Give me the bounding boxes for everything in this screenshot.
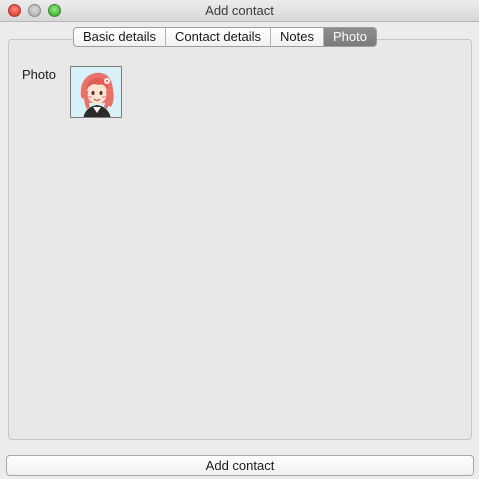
tab-bar: Basic details Contact details Notes Phot… [73,27,377,47]
avatar[interactable] [70,66,122,118]
avatar-photo-icon [71,67,121,117]
tab-contact-details[interactable]: Contact details [166,28,271,46]
tab-basic-details[interactable]: Basic details [74,28,166,46]
title-bar[interactable]: Add contact [0,0,479,22]
add-contact-window: Add contact Basic details Contact detail… [0,0,479,479]
tab-notes[interactable]: Notes [271,28,324,46]
window-title: Add contact [205,3,274,18]
tab-photo[interactable]: Photo [323,28,376,46]
add-contact-button[interactable]: Add contact [6,455,474,476]
photo-label: Photo [22,67,56,82]
